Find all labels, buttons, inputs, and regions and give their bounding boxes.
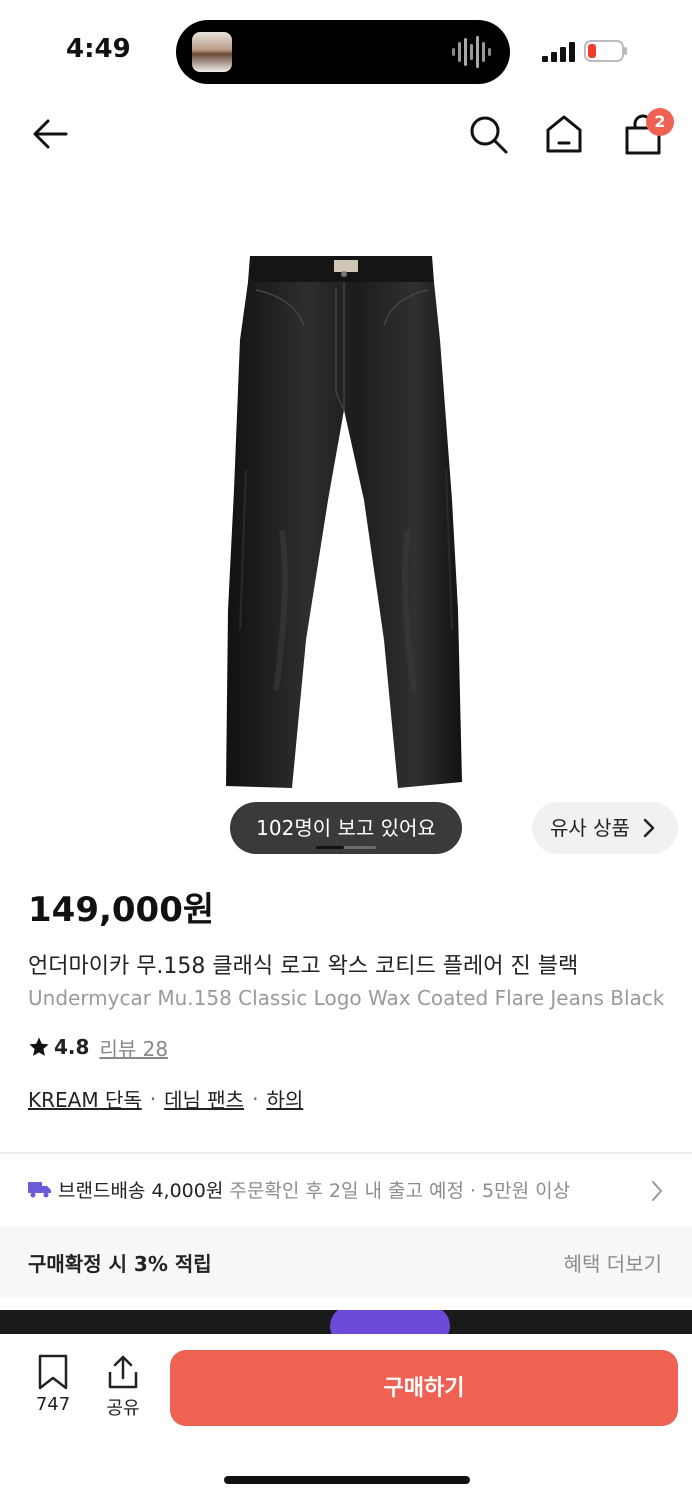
share-icon (108, 1355, 138, 1389)
save-button[interactable]: 747 (26, 1354, 80, 1424)
buy-button[interactable]: 구매하기 (170, 1350, 678, 1426)
more-benefits-link[interactable]: 혜택 더보기 (564, 1248, 662, 1277)
product-price: 149,000원 (28, 890, 215, 930)
signal-icon (542, 42, 575, 62)
similar-products-label: 유사 상품 (550, 816, 630, 840)
cart-count-badge: 2 (646, 108, 674, 136)
audio-waveform-icon (452, 36, 491, 68)
points-benefit-text: 구매확정 시 3% 적립 (28, 1252, 212, 1276)
save-count: 747 (35, 1394, 71, 1415)
star-icon (29, 1037, 49, 1056)
tag-separator: · (252, 1086, 259, 1111)
dynamic-island[interactable] (176, 20, 510, 84)
top-nav (0, 100, 692, 170)
tag-separator: · (149, 1086, 157, 1111)
rating-value: 4.8 (54, 1035, 90, 1059)
share-button[interactable]: 공유 (96, 1354, 150, 1424)
search-icon[interactable] (466, 112, 510, 156)
bookmark-icon (38, 1354, 68, 1390)
shipping-fee: 브랜드배송 4,000원 (58, 1180, 224, 1202)
rating-row: 4.8 리뷰 28 (28, 1032, 168, 1062)
chevron-right-icon (643, 818, 655, 838)
promo-banner-graphic (330, 1310, 450, 1334)
delivery-truck-icon (28, 1182, 51, 1198)
share-label: 공유 (106, 1398, 140, 1419)
status-bar: 4:49 (0, 0, 692, 100)
status-time: 4:49 (66, 34, 131, 64)
product-name-korean: 언더마이카 무.158 클래식 로고 왁스 코티드 플레어 진 블랙 (28, 954, 579, 979)
product-name-english: Undermycar Mu.158 Classic Logo Wax Coate… (28, 986, 665, 1010)
section-divider (0, 1152, 692, 1154)
promo-banner[interactable] (0, 1310, 692, 1334)
similar-products-button[interactable]: 유사 상품 (532, 802, 678, 854)
product-image[interactable] (0, 170, 692, 860)
shipping-estimate: 주문확인 후 2일 내 출고 예정 · 5만원 이상 (229, 1180, 571, 1202)
now-playing-thumbnail (192, 32, 232, 72)
tag-kream-exclusive[interactable]: KREAM 단독 (28, 1084, 142, 1113)
chevron-right-icon (652, 1181, 662, 1201)
tag-bottoms[interactable]: 하의 (266, 1084, 303, 1113)
review-count-link[interactable]: 리뷰 28 (99, 1033, 168, 1062)
bottom-action-bar: 747 공유 구매하기 (0, 1334, 692, 1500)
shipping-info-row[interactable]: 브랜드배송 4,000원 주문확인 후 2일 내 출고 예정 · 5만원 이상 (0, 1166, 692, 1214)
home-indicator (224, 1476, 470, 1484)
category-tags: KREAM 단독 · 데님 팬츠 · 하의 (28, 1084, 303, 1113)
home-icon[interactable] (542, 112, 586, 156)
points-benefit-row: 구매확정 시 3% 적립 혜택 더보기 (0, 1226, 692, 1298)
tag-denim-pants[interactable]: 데님 팬츠 (164, 1084, 244, 1113)
shipping-text: 브랜드배송 4,000원 주문확인 후 2일 내 출고 예정 · 5만원 이상 (58, 1176, 570, 1203)
gallery-page-indicator-active (316, 846, 344, 849)
battery-icon (584, 40, 627, 62)
back-arrow-icon[interactable] (28, 112, 72, 156)
